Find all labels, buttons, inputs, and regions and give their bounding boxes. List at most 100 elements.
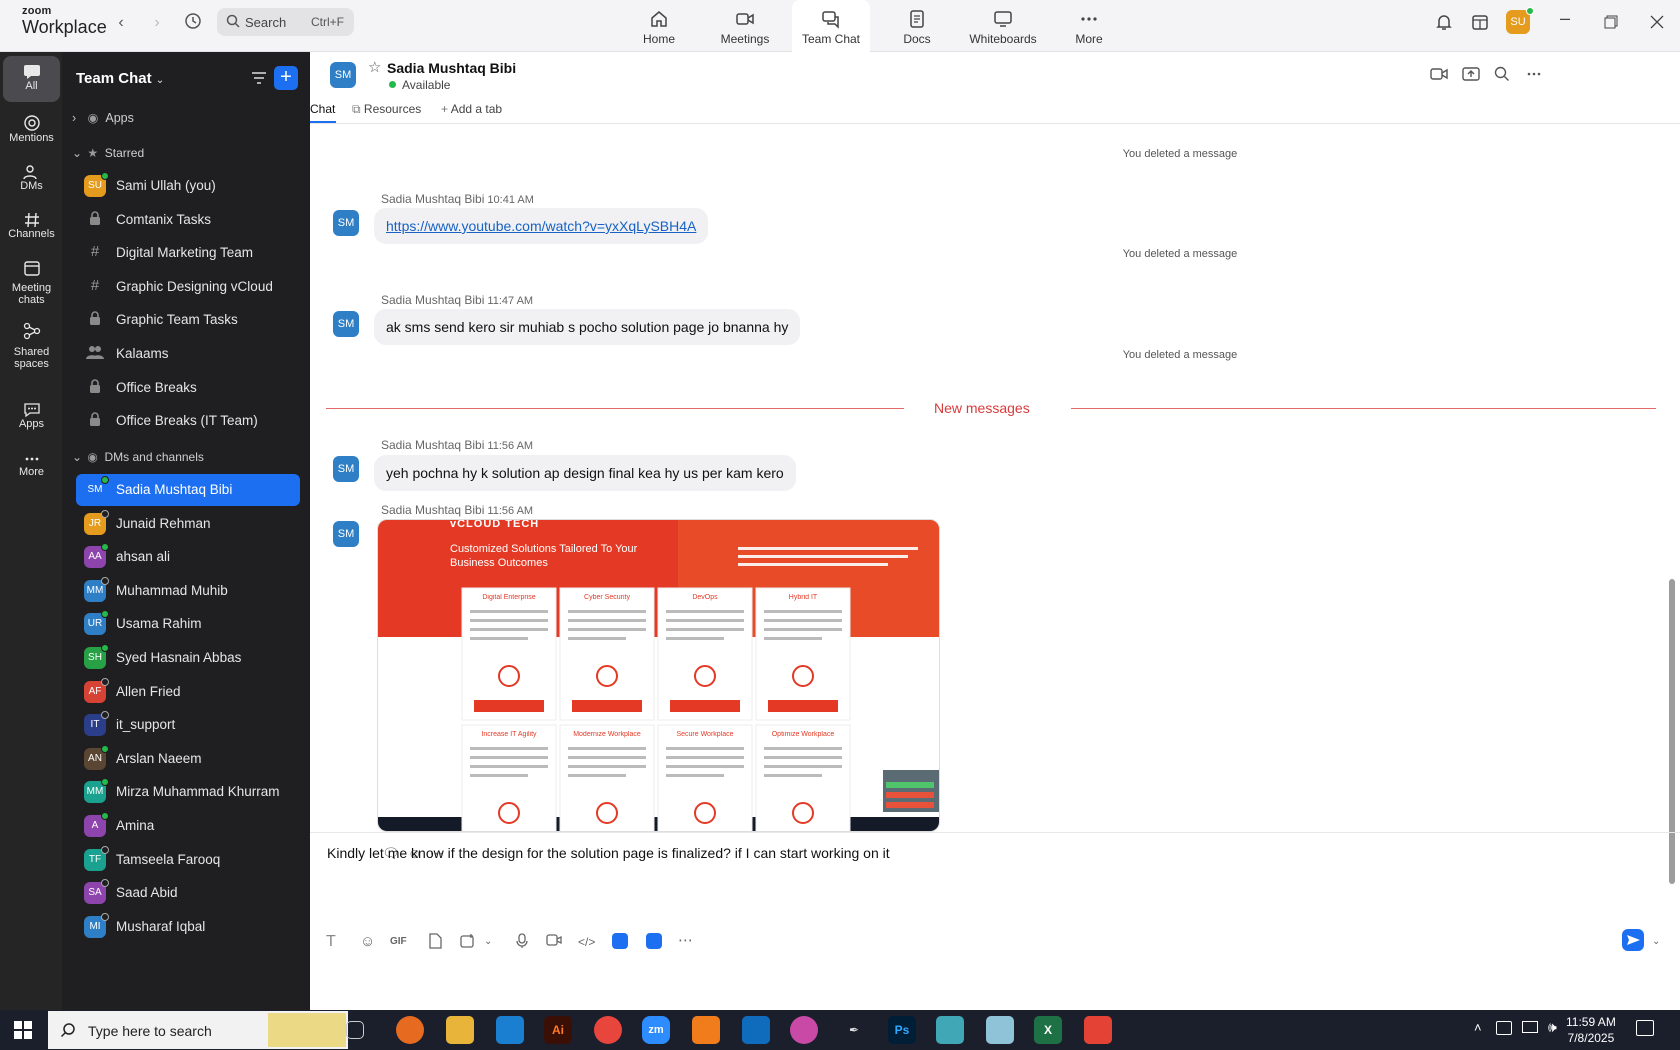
message-link[interactable]: https://www.youtube.com/watch?v=yxXqLySB… [386, 218, 696, 234]
section-apps[interactable]: › ◉ Apps [72, 110, 134, 125]
contact-avatar[interactable]: SM [330, 62, 356, 88]
rail-more[interactable]: More [3, 452, 60, 478]
sidebar-title[interactable]: Team Chat ⌄ [76, 70, 164, 87]
tray-app-icon[interactable] [1496, 1021, 1512, 1035]
microphone-icon[interactable] [516, 933, 528, 949]
share-screen-icon[interactable] [1462, 66, 1480, 82]
sidebar-item[interactable]: Comtanix Tasks [76, 204, 300, 236]
filter-icon[interactable] [250, 69, 268, 87]
more-options-icon[interactable] [1526, 66, 1542, 82]
tab-home[interactable]: Home [620, 0, 698, 52]
tab-add-a-tab[interactable]: + Add a tab [441, 102, 502, 116]
tab-whiteboards[interactable]: Whiteboards [964, 0, 1042, 52]
screenshot-icon[interactable] [460, 933, 476, 949]
app-icon[interactable] [936, 1016, 964, 1044]
volume-icon[interactable]: 🕪 [1548, 1019, 1557, 1036]
sidebar-item[interactable]: MM Mirza Muhammad Khurram [76, 776, 300, 808]
section-dms-and-channels[interactable]: ⌄ ◉ DMs and channels [72, 450, 204, 464]
notification-center-icon[interactable] [1636, 1020, 1654, 1036]
vscode-icon[interactable] [496, 1016, 524, 1044]
sender-avatar[interactable]: SM [333, 521, 359, 547]
chat-scrollbar[interactable] [1669, 124, 1675, 884]
file-icon[interactable] [428, 933, 442, 949]
creative-cloud-icon[interactable] [790, 1016, 818, 1044]
sidebar-item[interactable]: TF Tamseela Farooq [76, 844, 300, 876]
search-icon[interactable] [1494, 66, 1510, 82]
sender-avatar[interactable]: SM [333, 311, 359, 337]
compose-box[interactable]: Kindly let me know if the design for the… [310, 832, 1680, 1010]
back-arrow-icon[interactable]: ‹ [110, 12, 132, 34]
task-view-icon[interactable] [346, 1021, 364, 1039]
send-button[interactable] [1622, 929, 1644, 951]
video-icon[interactable] [1430, 66, 1448, 82]
tray-chevron-icon[interactable]: ˄ [1474, 1020, 1482, 1035]
rail-dms[interactable]: DMs [3, 164, 60, 192]
search-input[interactable]: Search Ctrl+F [217, 8, 354, 36]
chevron-down-icon[interactable]: ⌄ [1652, 936, 1660, 947]
sidebar-item[interactable]: # Graphic Designing vCloud [76, 271, 300, 303]
section-starred[interactable]: ⌄ ★ Starred [72, 146, 144, 160]
sidebar-item[interactable]: Office Breaks (IT Team) [76, 405, 300, 437]
rail-shared-spaces[interactable]: Shared spaces [3, 322, 60, 370]
taskbar-search[interactable]: Type here to search [48, 1011, 348, 1049]
illustrator-icon[interactable]: Ai [544, 1016, 572, 1044]
firefox-icon[interactable] [396, 1016, 424, 1044]
video-message-icon[interactable] [546, 933, 562, 947]
sidebar-item[interactable]: Graphic Team Tasks [76, 304, 300, 336]
windows-start-icon[interactable] [14, 1021, 32, 1039]
tab-chat[interactable]: Chat [310, 102, 336, 123]
calendar-icon[interactable] [1470, 12, 1490, 32]
sidebar-item[interactable]: AN Arslan Naeem [76, 743, 300, 775]
sidebar-item[interactable]: Kalaams [76, 338, 300, 370]
sidebar-item[interactable]: SA Saad Abid [76, 877, 300, 909]
tab-docs[interactable]: Docs [878, 0, 956, 52]
rail-apps[interactable]: Apps [3, 402, 60, 430]
sender-avatar[interactable]: SM [333, 210, 359, 236]
rail-mentions[interactable]: Mentions [3, 114, 60, 144]
sender-avatar[interactable]: SM [333, 456, 359, 482]
sidebar-item[interactable]: SU Sami Ullah (you) [76, 170, 300, 202]
pen-tool-icon[interactable]: ✒ [840, 1016, 868, 1044]
sidebar-item[interactable]: A Amina [76, 810, 300, 842]
gif-icon[interactable]: GIF [390, 936, 407, 947]
network-icon[interactable] [1522, 1021, 1538, 1033]
history-icon[interactable] [182, 12, 204, 34]
sidebar-item[interactable]: UR Usama Rahim [76, 608, 300, 640]
chrome-icon[interactable] [594, 1016, 622, 1044]
sidebar-item[interactable]: MM Muhammad Muhib [76, 575, 300, 607]
code-snippet-icon[interactable]: </> [578, 935, 595, 949]
filezilla-icon[interactable] [1084, 1016, 1112, 1044]
app-icon-2[interactable] [646, 933, 662, 949]
sidebar-item[interactable]: SM Sadia Mushtaq Bibi [76, 474, 300, 506]
shared-image[interactable]: vCLOUD TECH Customized Solutions Tailore… [377, 519, 940, 832]
sidebar-item[interactable]: SH Syed Hasnain Abbas [76, 642, 300, 674]
restore-icon[interactable] [1604, 15, 1618, 29]
xampp-icon[interactable] [692, 1016, 720, 1044]
rail-all[interactable]: All [3, 56, 60, 102]
close-icon[interactable] [1650, 15, 1664, 29]
contact-name[interactable]: Sadia Mushtaq Bibi [387, 60, 516, 76]
chevron-down-icon[interactable]: ⌄ [484, 936, 492, 947]
zoom-icon[interactable]: zm [642, 1016, 670, 1044]
user-avatar[interactable]: SU [1506, 7, 1534, 34]
sidebar-item[interactable]: # Digital Marketing Team [76, 237, 300, 269]
sidebar-item[interactable]: AA ahsan ali [76, 541, 300, 573]
new-chat-button[interactable]: + [274, 66, 298, 90]
emoji-icon[interactable]: ☺ [360, 933, 375, 950]
app-icon[interactable] [612, 933, 628, 949]
sidebar-item[interactable]: IT it_support [76, 709, 300, 741]
rail-meeting-chats[interactable]: Meeting chats [3, 260, 60, 306]
file-explorer-icon[interactable] [446, 1016, 474, 1044]
photoshop-icon[interactable]: Ps [888, 1016, 916, 1044]
notepad-icon[interactable] [986, 1016, 1014, 1044]
bell-icon[interactable] [1434, 12, 1454, 32]
tab-meetings[interactable]: Meetings [706, 0, 784, 52]
sidebar-item[interactable]: JR Junaid Rehman [76, 508, 300, 540]
tab-team-chat[interactable]: Team Chat [792, 0, 870, 52]
taskbar-clock[interactable]: 11:59 AM 7/8/2025 [1566, 1014, 1616, 1046]
sidebar-item[interactable]: AF Allen Fried [76, 676, 300, 708]
minimize-icon[interactable]: – [1560, 8, 1570, 29]
text-format-icon[interactable]: T [326, 933, 336, 951]
tab-more[interactable]: More [1050, 0, 1128, 52]
excel-icon[interactable]: X [1034, 1016, 1062, 1044]
